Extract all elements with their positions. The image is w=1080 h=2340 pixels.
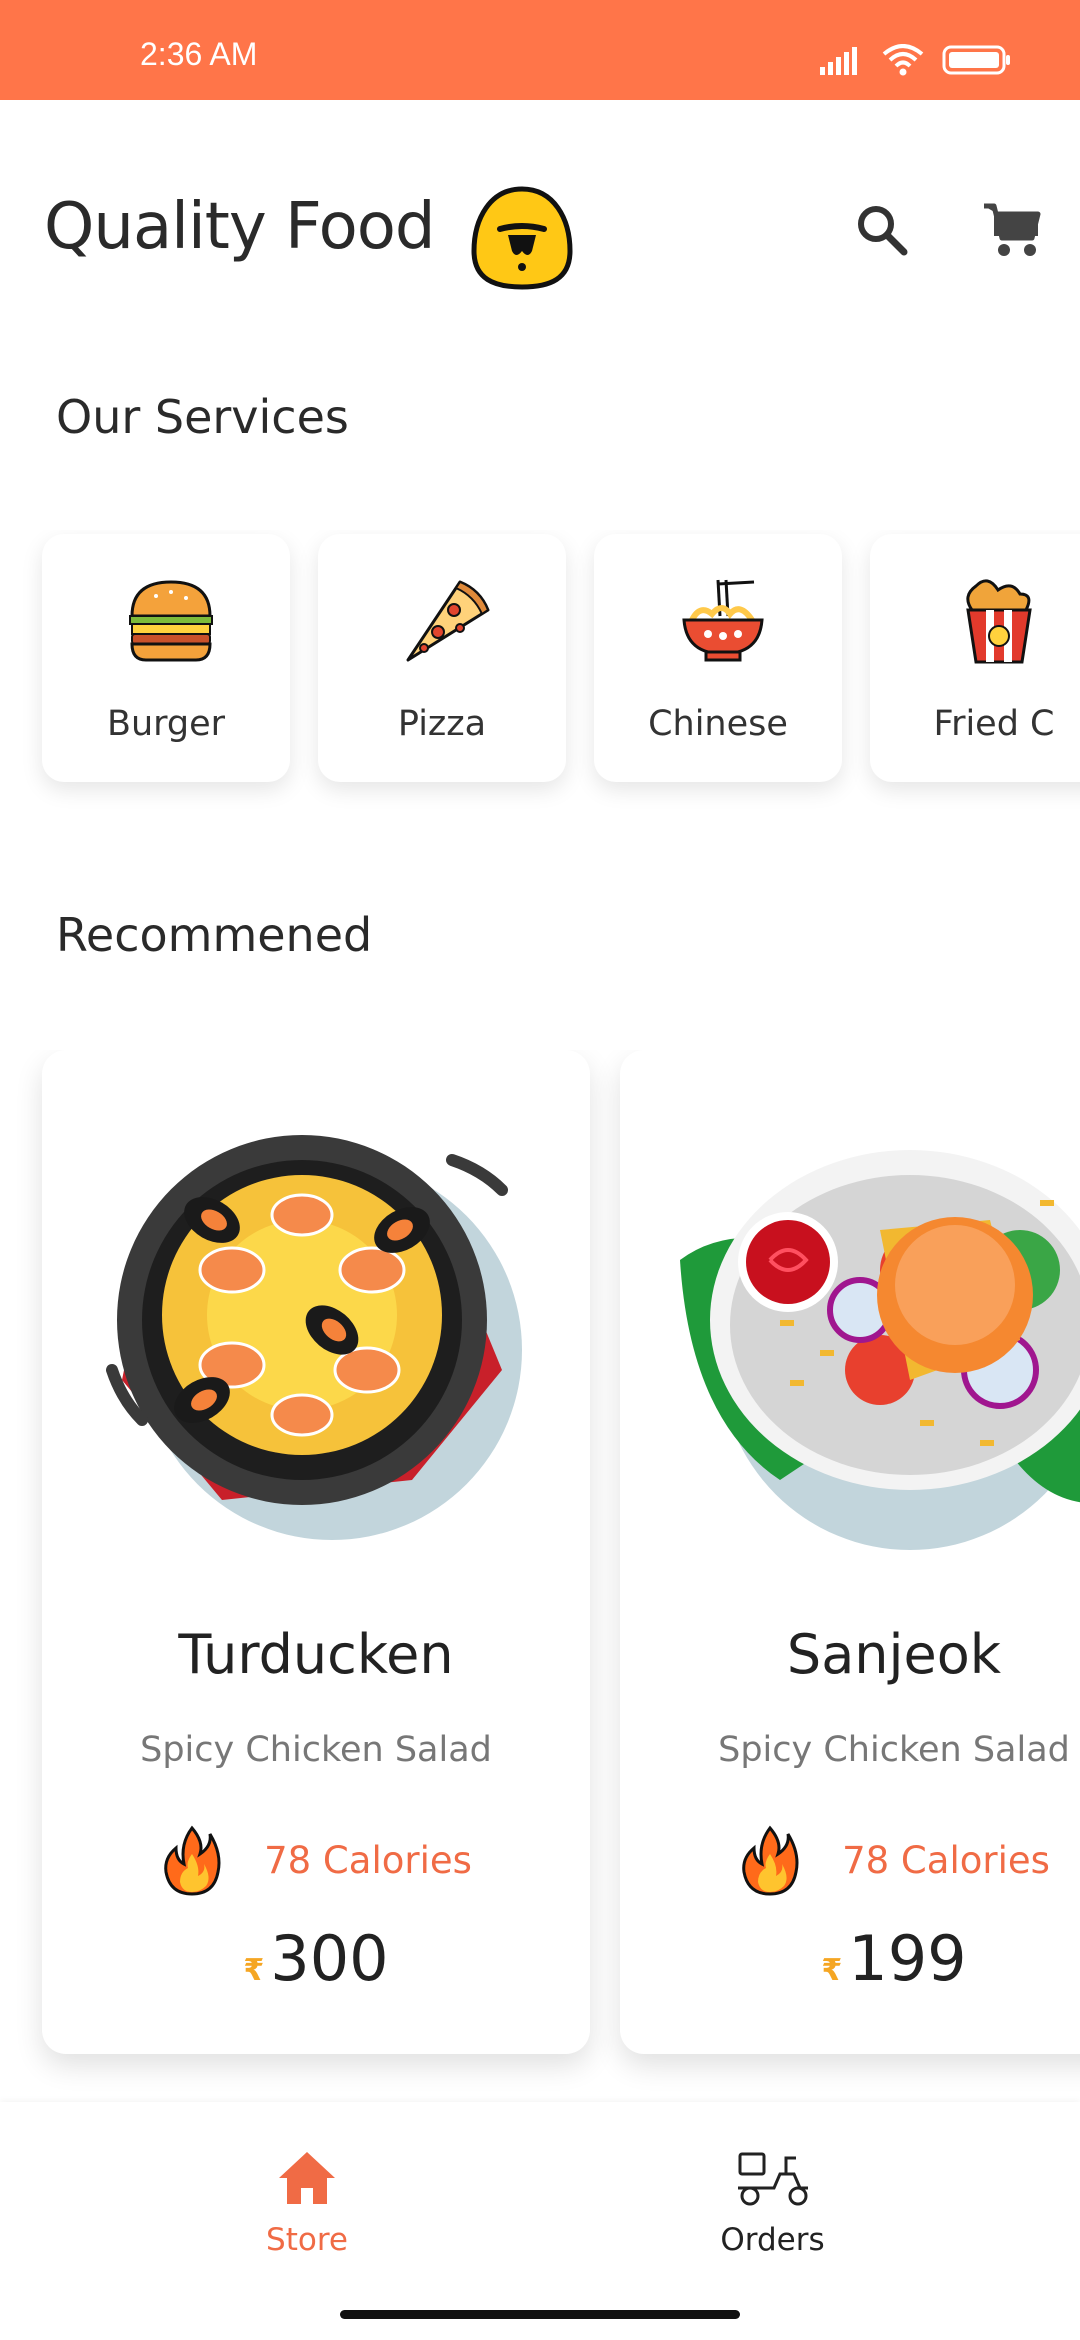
service-label: Pizza	[397, 704, 487, 744]
fire-icon	[742, 1825, 799, 1896]
app-title: Quality Food	[44, 190, 435, 264]
cart-icon[interactable]	[980, 198, 1044, 262]
food-calories: 78 Calories	[620, 1820, 1080, 1900]
burger-icon	[129, 580, 213, 662]
status-time: 2:36 AM	[140, 36, 258, 72]
food-calories: 78 Calories	[42, 1820, 590, 1900]
service-card-fried-chicken[interactable]: Fried C	[870, 534, 1080, 782]
home-icon	[279, 2152, 335, 2204]
recommended-title: Recommened	[56, 908, 373, 962]
burger-plate-image	[680, 1150, 1080, 1550]
service-label: Chinese	[648, 704, 788, 744]
service-card-pizza[interactable]: Pizza	[318, 534, 566, 782]
status-bar: 2:36 AM	[0, 0, 1080, 100]
food-card-sanjeok[interactable]: Sanjeok Spicy Chicken Salad 78 Calories …	[620, 1050, 1080, 2054]
signal-icon	[820, 47, 857, 75]
home-indicator[interactable]	[340, 2310, 740, 2319]
calories-text: 78 Calories	[264, 1838, 472, 1882]
fire-icon	[164, 1825, 221, 1896]
service-label: Burger	[106, 704, 226, 744]
logo-icon	[471, 186, 573, 290]
paella-image	[106, 1135, 522, 1540]
services-title: Our Services	[56, 390, 349, 444]
service-label: Fried C	[933, 704, 1055, 744]
bottom-nav: Store Orders	[0, 2102, 1080, 2340]
nav-store[interactable]: Store	[0, 2102, 540, 2302]
delivery-scooter-icon	[738, 2152, 808, 2206]
food-description: Spicy Chicken Salad	[718, 1730, 1070, 1770]
nav-orders-label: Orders	[720, 2222, 825, 2258]
rupee-icon: ₹	[243, 1953, 265, 1988]
pizza-icon	[406, 580, 490, 662]
food-price: ₹ 300	[42, 1922, 590, 1995]
food-description: Spicy Chicken Salad	[140, 1730, 492, 1770]
rupee-icon: ₹	[821, 1953, 843, 1988]
app-screen: { "status_bar": { "time": "2:36 AM" }, "…	[0, 0, 1080, 2340]
food-card-turducken[interactable]: Turducken Spicy Chicken Salad 78 Calorie…	[42, 1050, 590, 2054]
status-icons	[820, 42, 1012, 78]
food-name: Sanjeok	[786, 1623, 1002, 1686]
search-icon[interactable]	[852, 200, 912, 260]
battery-icon	[942, 45, 1010, 75]
nav-orders[interactable]: Orders	[540, 2102, 1080, 2302]
calories-text: 78 Calories	[842, 1838, 1050, 1882]
noodles-icon	[682, 579, 764, 662]
service-card-burger[interactable]: Burger	[42, 534, 290, 782]
food-price: ₹ 199	[620, 1922, 1080, 1995]
services-row: Burger Pizza Chinese Fried C	[0, 530, 1080, 830]
price-value: 300	[270, 1922, 389, 1995]
wifi-icon	[882, 44, 924, 76]
nav-store-label: Store	[266, 2222, 348, 2258]
price-value: 199	[848, 1922, 967, 1995]
recommended-row: Turducken Spicy Chicken Salad 78 Calorie…	[0, 1050, 1080, 2100]
service-card-chinese[interactable]: Chinese	[594, 534, 842, 782]
food-name: Turducken	[178, 1623, 454, 1686]
fried-chicken-icon	[966, 579, 1032, 664]
